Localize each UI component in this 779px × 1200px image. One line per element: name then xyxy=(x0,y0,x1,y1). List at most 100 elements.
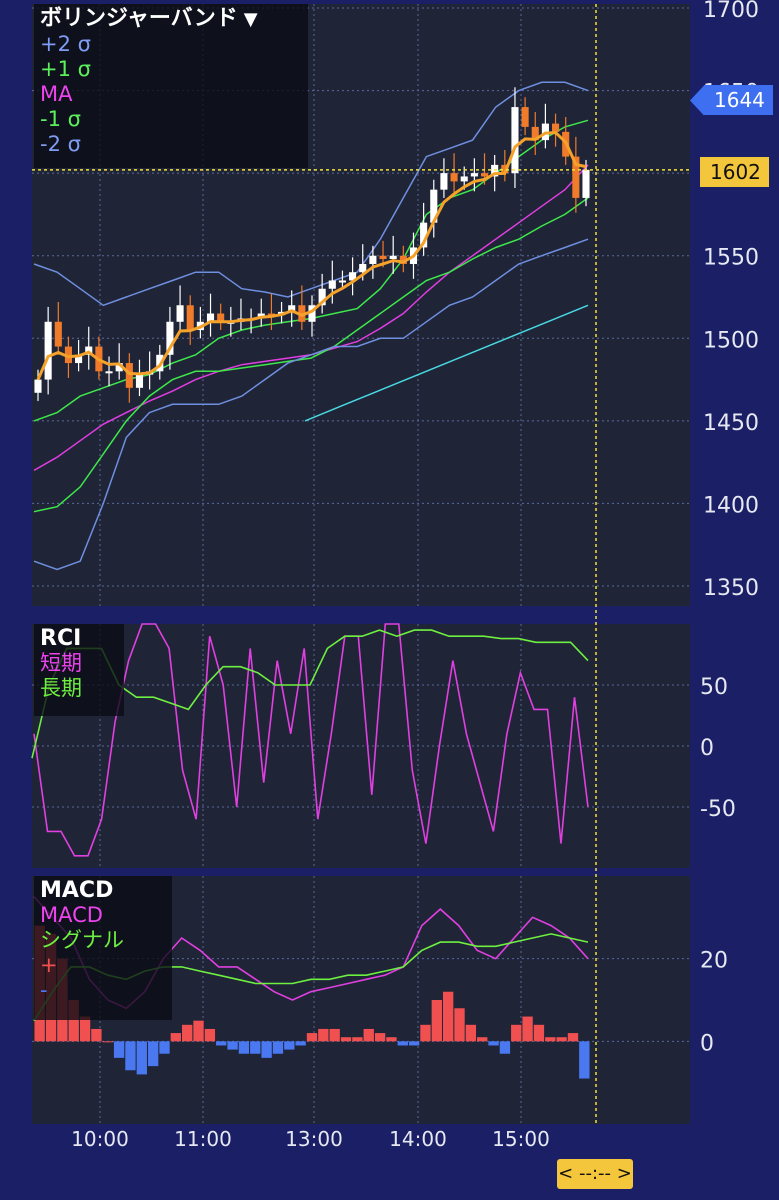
legend-plus2: +2 σ xyxy=(40,32,91,56)
macd-histogram-bar xyxy=(204,1028,216,1042)
macd-histogram-bar xyxy=(113,1041,125,1058)
candle-body xyxy=(54,321,62,347)
macd-histogram-bar xyxy=(567,1033,579,1042)
macd-histogram-bar xyxy=(386,1037,397,1042)
macd-histogram-bar xyxy=(454,1008,465,1042)
chart-canvas[interactable]: 17001650160015501500145014001350500-5020… xyxy=(0,0,779,1200)
candle-body xyxy=(521,107,529,127)
indicator-title-text: ボリンジャーバンド xyxy=(40,6,238,31)
macd-histogram-bar xyxy=(125,1041,136,1071)
macd-histogram-bar xyxy=(533,1024,545,1042)
macd-histogram-bar xyxy=(499,1041,511,1054)
macd-histogram-bar xyxy=(238,1041,250,1054)
price-axis-label: 1350 xyxy=(703,576,759,601)
legend-signal: シグナル xyxy=(40,928,124,952)
macd-histogram-bar xyxy=(579,1041,590,1079)
macd-histogram-bar xyxy=(442,991,454,1042)
time-axis-label: 10:00 xyxy=(71,1127,129,1151)
candle-body xyxy=(328,280,336,289)
price-axis-label: 1450 xyxy=(703,411,759,436)
macd-title: MACD xyxy=(40,878,114,903)
macd-histogram-bar xyxy=(227,1041,238,1050)
macd-histogram-bar xyxy=(147,1041,159,1067)
price-axis-label: 1500 xyxy=(703,328,759,353)
macd-histogram-bar xyxy=(340,1037,352,1042)
macd-legend: MACD MACD シグナル + - xyxy=(34,876,172,1020)
price-axis-label: 1550 xyxy=(703,246,759,271)
macd-histogram-bar xyxy=(284,1041,295,1050)
macd-histogram-bar xyxy=(397,1041,408,1046)
legend-rci-short: 短期 xyxy=(40,651,82,675)
macd-histogram-bar xyxy=(91,1028,102,1042)
candle-body xyxy=(369,255,377,264)
legend-hist-pos: + xyxy=(40,953,58,977)
dropdown-caret-icon[interactable]: ▼ xyxy=(244,9,258,30)
macd-histogram-bar xyxy=(352,1037,363,1042)
legend-minus1: -1 σ xyxy=(40,107,81,131)
macd-axis-label: 0 xyxy=(700,1031,714,1056)
macd-histogram-bar xyxy=(488,1041,499,1046)
macd-histogram-bar xyxy=(329,1028,340,1042)
time-axis-label: 14:00 xyxy=(389,1127,447,1151)
macd-axis-label: 20 xyxy=(700,949,728,974)
rci-axis-label: 50 xyxy=(700,675,728,700)
macd-histogram-bar xyxy=(79,1016,91,1042)
legend-minus2: -2 σ xyxy=(40,132,81,156)
macd-histogram-bar xyxy=(511,1024,522,1042)
rci-axis-label: 0 xyxy=(700,736,714,761)
rci-legend: RCI 短期 長期 xyxy=(34,624,124,716)
candle-body xyxy=(176,305,184,322)
candle-body xyxy=(511,107,519,174)
macd-histogram-bar xyxy=(420,1024,431,1042)
candle-body xyxy=(125,363,133,388)
macd-histogram-bar xyxy=(522,1016,533,1042)
macd-histogram-bar xyxy=(250,1041,261,1054)
last-price-tag: 1644 xyxy=(704,85,773,115)
macd-histogram-bar xyxy=(374,1033,386,1042)
time-axis-label: 11:00 xyxy=(174,1127,232,1151)
candle-body xyxy=(389,255,397,260)
candle-body xyxy=(470,173,478,177)
legend-macd: MACD xyxy=(40,903,103,927)
candle-body xyxy=(105,371,113,374)
macd-histogram-bar xyxy=(159,1041,170,1054)
time-axis-label: 15:00 xyxy=(492,1127,550,1151)
macd-histogram-bar xyxy=(136,1041,147,1075)
macd-histogram-bar xyxy=(465,1024,477,1042)
legend-plus1: +1 σ xyxy=(40,57,91,81)
macd-histogram-bar xyxy=(182,1024,193,1042)
macd-histogram-bar xyxy=(295,1041,306,1046)
macd-histogram-bar xyxy=(363,1028,374,1042)
candle-body xyxy=(338,280,346,283)
candle-body xyxy=(135,374,144,388)
macd-histogram-bar xyxy=(193,1020,204,1042)
macd-histogram-bar xyxy=(261,1041,272,1058)
macd-histogram-bar xyxy=(272,1041,284,1054)
legend-rci-long: 長期 xyxy=(40,676,82,700)
candle-body xyxy=(34,379,42,393)
price-axis-label: 1700 xyxy=(703,0,759,23)
rci-axis-label: -50 xyxy=(700,797,736,822)
candle-body xyxy=(440,173,448,190)
macd-histogram-bar xyxy=(556,1037,567,1042)
macd-histogram-bar xyxy=(318,1028,329,1042)
rci-title: RCI xyxy=(40,626,82,651)
last-price-pointer xyxy=(690,85,704,116)
macd-histogram-bar xyxy=(545,1037,556,1042)
macd-histogram-bar xyxy=(216,1041,227,1046)
candle-body xyxy=(379,255,387,260)
macd-histogram-bar xyxy=(170,1033,182,1042)
legend-hist-neg: - xyxy=(40,978,48,1002)
price-axis-label: 1400 xyxy=(703,493,759,518)
time-axis-label: 13:00 xyxy=(285,1127,343,1151)
candle-body xyxy=(460,176,468,182)
candle-body xyxy=(552,123,560,132)
macd-histogram-bar xyxy=(102,1041,113,1043)
main-legend: ボリンジャーバンド ▼ +2 σ +1 σ MA -1 σ -2 σ xyxy=(34,4,308,168)
indicator-title[interactable]: ボリンジャーバンド ▼ xyxy=(40,6,302,32)
crosshair-time-handle[interactable]: < --:-- > xyxy=(557,1159,633,1189)
macd-histogram-bar xyxy=(477,1037,488,1042)
candle-body xyxy=(582,169,590,198)
candle-body xyxy=(186,305,194,331)
macd-histogram-bar xyxy=(431,1000,442,1042)
